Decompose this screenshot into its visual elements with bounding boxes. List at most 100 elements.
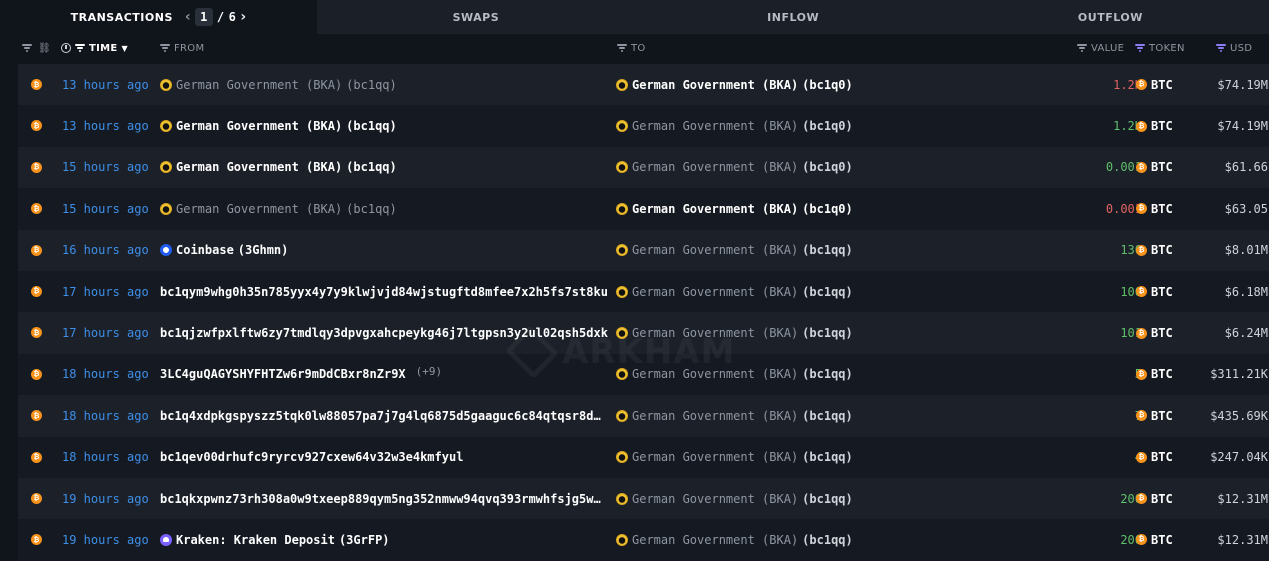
from-entity[interactable]: bc1qym9whg0h35n785yyx4y7y9klwjvjd84wjstu… (160, 285, 608, 299)
to-entity[interactable]: German Government (BKA) (632, 409, 798, 423)
time-link[interactable]: 15 hours ago (62, 188, 149, 229)
from-cell[interactable]: bc1qym9whg0h35n785yyx4y7y9klwjvjd84wjstu… (160, 271, 610, 312)
from-entity[interactable]: bc1qjzwfpxlftw6zy7tmdlqy3dpvgxahcpeykg46… (160, 326, 608, 340)
from-cell[interactable]: German Government (BKA) (bc1qq) (160, 147, 610, 188)
to-cell[interactable]: German Government (BKA) (bc1qq) (616, 478, 916, 519)
from-cell[interactable]: bc1qjzwfpxlftw6zy7tmdlqy3dpvgxahcpeykg46… (160, 312, 610, 353)
column-time[interactable]: TIME ▼ (61, 34, 128, 62)
time-link[interactable]: 17 hours ago (62, 271, 149, 312)
table-row[interactable]: ₿ 15 hours ago German Government (BKA) (… (18, 188, 1269, 230)
token-cell[interactable]: ₿ BTC (1136, 64, 1173, 105)
from-extra-count[interactable]: (+9) (416, 365, 443, 378)
token-cell[interactable]: ₿ BTC (1136, 395, 1173, 436)
tab-transactions[interactable]: TRANSACTIONS ‹ 1 / 6 › (0, 0, 318, 34)
from-entity[interactable]: bc1q4xdpkgspyszz5tqk0lw88057pa7j7g4lq687… (160, 409, 601, 423)
to-address[interactable]: (bc1qq) (802, 450, 853, 464)
time-link[interactable]: 15 hours ago (62, 147, 149, 188)
from-entity[interactable]: bc1qkxpwnz73rh308a0w9txeep889qym5ng352nm… (160, 492, 601, 506)
to-entity[interactable]: German Government (BKA) (632, 450, 798, 464)
time-link[interactable]: 13 hours ago (62, 64, 149, 105)
filter-icon[interactable] (1077, 44, 1087, 52)
from-cell[interactable]: 3LC4guQAGYSHYFHTZw6r9mDdCBxr8nZr9X (+9) (160, 354, 610, 395)
to-address[interactable]: (bc1qq) (802, 492, 853, 506)
time-link[interactable]: 18 hours ago (62, 354, 149, 395)
to-address[interactable]: (bc1q0) (802, 119, 853, 133)
table-row[interactable]: ₿ 13 hours ago German Government (BKA) (… (18, 105, 1269, 147)
from-entity[interactable]: German Government (BKA) (176, 78, 342, 92)
token-cell[interactable]: ₿ BTC (1136, 105, 1173, 146)
to-entity[interactable]: German Government (BKA) (632, 160, 798, 174)
time-link[interactable]: 17 hours ago (62, 312, 149, 353)
token-cell[interactable]: ₿ BTC (1136, 437, 1173, 478)
from-entity[interactable]: German Government (BKA) (176, 119, 342, 133)
to-address[interactable]: (bc1qq) (802, 409, 853, 423)
token-cell[interactable]: ₿ BTC (1136, 478, 1173, 519)
to-entity[interactable]: German Government (BKA) (632, 533, 798, 547)
from-address[interactable]: (3Ghmn) (238, 243, 289, 257)
to-cell[interactable]: German Government (BKA) (bc1qq) (616, 519, 916, 560)
from-cell[interactable]: German Government (BKA) (bc1qq) (160, 105, 610, 146)
table-row[interactable]: ₿ 18 hours ago bc1q4xdpkgspyszz5tqk0lw88… (18, 395, 1269, 437)
from-cell[interactable]: bc1q4xdpkgspyszz5tqk0lw88057pa7j7g4lq687… (160, 395, 610, 436)
filter-icon[interactable] (75, 44, 85, 52)
column-to[interactable]: TO (617, 34, 646, 62)
token-cell[interactable]: ₿ BTC (1136, 188, 1173, 229)
from-cell[interactable]: German Government (BKA) (bc1qq) (160, 64, 610, 105)
column-usd[interactable]: USD (1216, 34, 1252, 62)
table-row[interactable]: ₿ 18 hours ago bc1qev00drhufc9ryrcv927cx… (18, 436, 1269, 478)
table-row[interactable]: ₿ 17 hours ago bc1qym9whg0h35n785yyx4y7y… (18, 270, 1269, 313)
to-cell[interactable]: German Government (BKA) (bc1q0) (616, 105, 916, 146)
token-cell[interactable]: ₿ BTC (1136, 312, 1173, 353)
column-value[interactable]: VALUE (1077, 34, 1124, 62)
time-link[interactable]: 19 hours ago (62, 519, 149, 560)
from-cell[interactable]: Kraken: Kraken Deposit (3GrFP) (160, 519, 610, 560)
from-entity[interactable]: German Government (BKA) (176, 202, 342, 216)
to-cell[interactable]: German Government (BKA) (bc1q0) (616, 64, 916, 105)
to-cell[interactable]: German Government (BKA) (bc1q0) (616, 147, 916, 188)
to-address[interactable]: (bc1q0) (802, 160, 853, 174)
to-cell[interactable]: German Government (BKA) (bc1qq) (616, 312, 916, 353)
token-cell[interactable]: ₿ BTC (1136, 147, 1173, 188)
to-cell[interactable]: German Government (BKA) (bc1qq) (616, 395, 916, 436)
to-address[interactable]: (bc1q0) (802, 78, 853, 92)
filter-icon[interactable] (22, 44, 32, 52)
to-address[interactable]: (bc1qq) (802, 533, 853, 547)
token-cell[interactable]: ₿ BTC (1136, 354, 1173, 395)
to-address[interactable]: (bc1qq) (802, 367, 853, 381)
to-cell[interactable]: German Government (BKA) (bc1qq) (616, 437, 916, 478)
from-cell[interactable]: Coinbase (3Ghmn) (160, 230, 610, 271)
to-address[interactable]: (bc1qq) (802, 326, 853, 340)
tab-inflow[interactable]: INFLOW (635, 0, 952, 34)
column-token[interactable]: TOKEN (1135, 34, 1185, 62)
filter-icon[interactable] (1135, 44, 1145, 52)
token-cell[interactable]: ₿ BTC (1136, 271, 1173, 312)
time-link[interactable]: 16 hours ago (62, 230, 149, 271)
filter-icon[interactable] (1216, 44, 1226, 52)
from-address[interactable]: (bc1qq) (346, 119, 397, 133)
table-row[interactable]: ₿ 16 hours ago Coinbase (3Ghmn) German G… (18, 229, 1269, 271)
to-address[interactable]: (bc1qq) (802, 243, 853, 257)
to-entity[interactable]: German Government (BKA) (632, 119, 798, 133)
tab-swaps[interactable]: SWAPS (317, 0, 634, 34)
table-row[interactable]: ₿ 18 hours ago 3LC4guQAGYSHYFHTZw6r9mDdC… (18, 353, 1269, 396)
tab-outflow[interactable]: OUTFLOW (952, 0, 1269, 34)
link-icon[interactable]: ⛓ (38, 43, 51, 54)
time-link[interactable]: 18 hours ago (62, 395, 149, 436)
time-link[interactable]: 13 hours ago (62, 105, 149, 146)
column-from[interactable]: FROM (160, 34, 204, 62)
to-entity[interactable]: German Government (BKA) (632, 202, 798, 216)
to-cell[interactable]: German Government (BKA) (bc1qq) (616, 271, 916, 312)
table-row[interactable]: ₿ 17 hours ago bc1qjzwfpxlftw6zy7tmdlqy3… (18, 312, 1269, 354)
to-entity[interactable]: German Government (BKA) (632, 78, 798, 92)
token-cell[interactable]: ₿ BTC (1136, 230, 1173, 271)
to-address[interactable]: (bc1qq) (802, 285, 853, 299)
from-entity[interactable]: Coinbase (176, 243, 234, 257)
from-address[interactable]: (bc1qq) (346, 160, 397, 174)
table-row[interactable]: ₿ 19 hours ago bc1qkxpwnz73rh308a0w9txee… (18, 477, 1269, 520)
table-row[interactable]: ₿ 19 hours ago Kraken: Kraken Deposit (3… (18, 519, 1269, 561)
from-address[interactable]: (bc1qq) (346, 202, 397, 216)
from-cell[interactable]: bc1qkxpwnz73rh308a0w9txeep889qym5ng352nm… (160, 478, 610, 519)
from-cell[interactable]: bc1qev00drhufc9ryrcv927cxew64v32w3e4kmfy… (160, 437, 610, 478)
chevron-right-icon[interactable]: › (240, 9, 246, 25)
filter-icon[interactable] (160, 44, 170, 52)
